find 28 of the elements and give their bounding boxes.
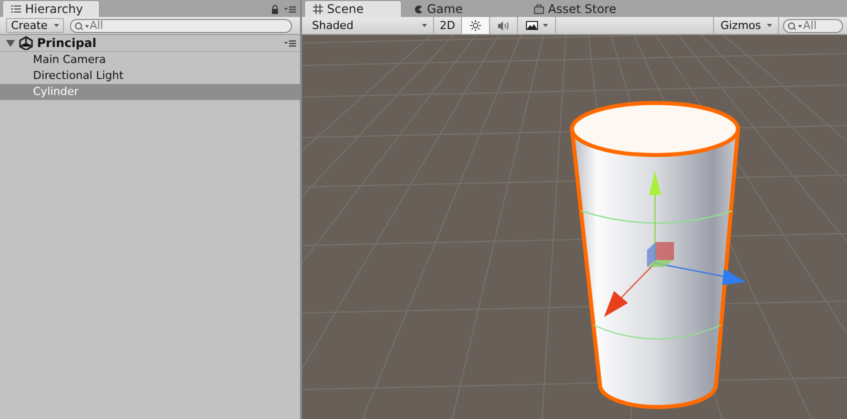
caret-icon — [767, 24, 772, 27]
grid-icon — [313, 4, 323, 14]
store-tab[interactable]: Asset Store — [526, 1, 624, 17]
sun-icon — [470, 20, 481, 31]
hierarchy-item[interactable]: Directional Light — [0, 68, 300, 84]
caret-icon — [422, 24, 427, 27]
menu-icon[interactable] — [284, 6, 296, 13]
expand-arrow-icon[interactable] — [6, 38, 15, 48]
speaker-icon — [498, 20, 510, 30]
game-tab[interactable]: Game — [406, 1, 502, 17]
hierarchy-tab[interactable]: Hierarchy — [2, 0, 100, 17]
create-button[interactable]: Create — [6, 18, 64, 33]
scene-tab[interactable]: Scene — [304, 0, 402, 17]
caret-icon — [54, 24, 59, 27]
draw-mode-dropdown[interactable]: Shaded — [308, 17, 434, 34]
caret-icon — [542, 24, 548, 27]
gizmos-dropdown[interactable]: Gizmos — [713, 17, 779, 34]
search-field[interactable]: All — [70, 18, 292, 32]
image-icon — [526, 21, 538, 30]
list-icon — [11, 5, 21, 13]
shopping-bag-icon — [534, 4, 544, 14]
lighting-toggle[interactable] — [462, 17, 490, 34]
menu-icon[interactable] — [284, 40, 296, 46]
hierarchy-item[interactable]: Main Camera — [0, 52, 300, 68]
search-field[interactable]: All — [783, 18, 843, 32]
pacman-icon — [414, 4, 423, 14]
scene-name[interactable]: Principal — [37, 36, 96, 50]
lock-icon[interactable] — [271, 5, 279, 14]
